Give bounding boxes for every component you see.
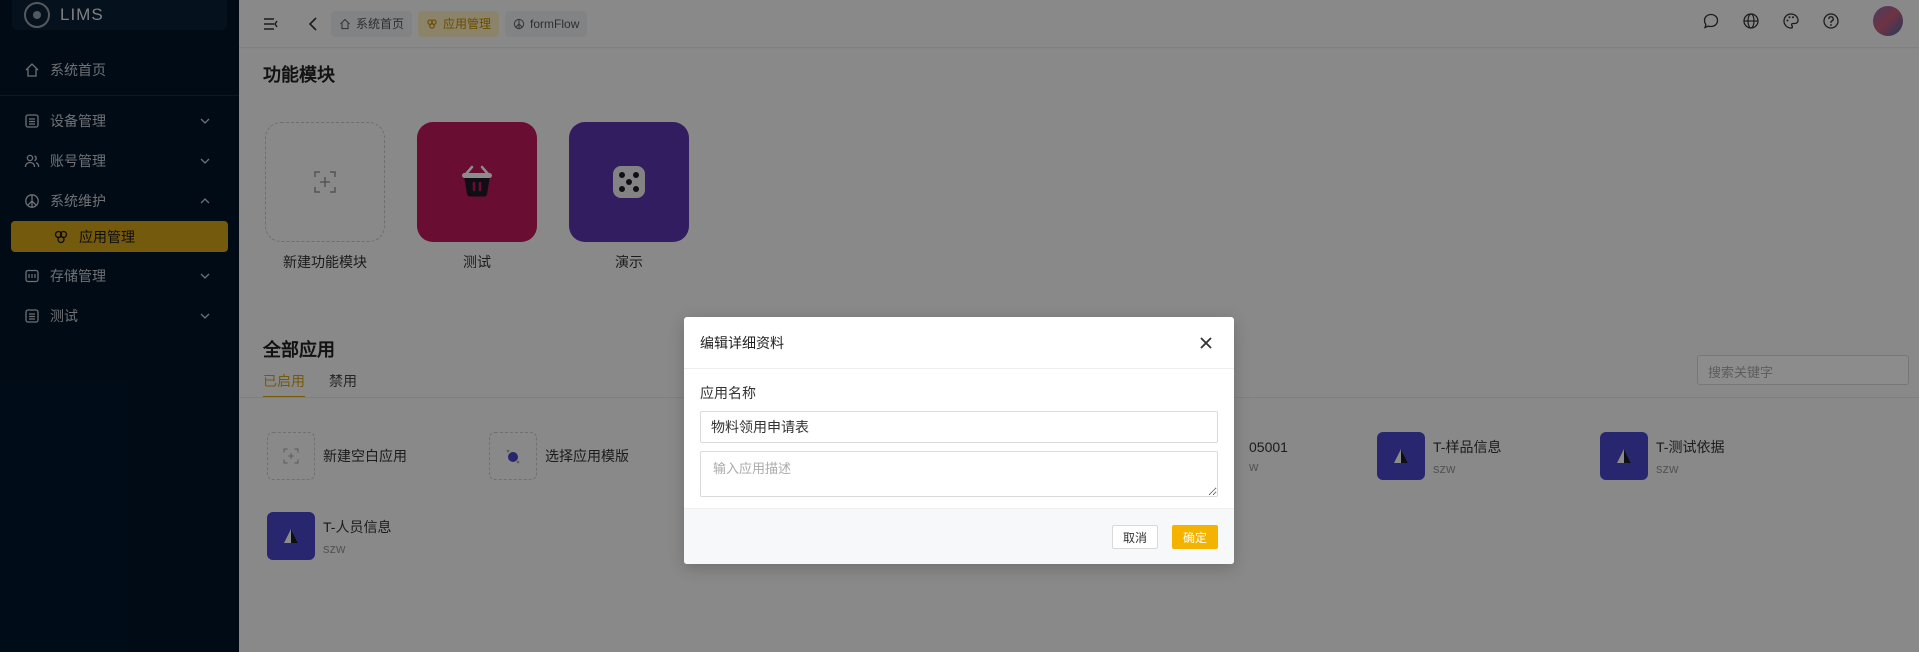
confirm-button[interactable]: 确定 (1171, 525, 1218, 549)
cancel-button[interactable]: 取消 (1111, 525, 1158, 549)
dialog-footer: 取消 确定 (684, 508, 1234, 564)
dialog-body: 应用名称 (684, 369, 1234, 500)
close-icon[interactable] (1196, 333, 1216, 353)
app-description-field[interactable] (700, 451, 1218, 497)
edit-details-dialog: 编辑详细资料 应用名称 取消 确定 (684, 317, 1234, 564)
dialog-header: 编辑详细资料 (684, 317, 1234, 369)
dialog-title: 编辑详细资料 (700, 334, 784, 351)
app-name-label: 应用名称 (700, 385, 756, 401)
app-name-input[interactable] (700, 411, 1218, 443)
